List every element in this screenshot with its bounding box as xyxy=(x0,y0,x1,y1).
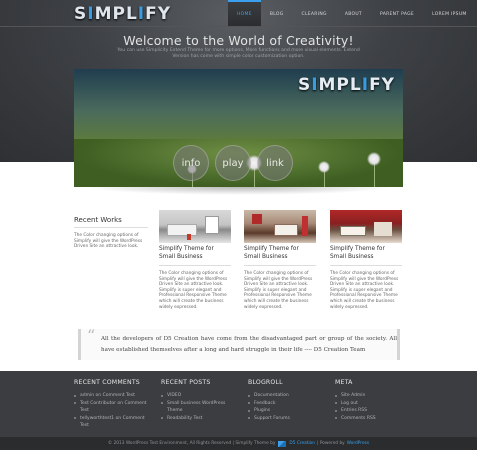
slider-link-button[interactable]: link xyxy=(257,145,293,181)
window-shape xyxy=(205,216,219,234)
nav-item-clearing[interactable]: CLEARING xyxy=(293,0,336,26)
testimonial-quote: “ All the developers of D5 Creation have… xyxy=(78,326,400,360)
slider-play-button[interactable]: play xyxy=(215,145,251,181)
footer-column-blogroll: BLOGROLL Documentation Feedback Plugins … xyxy=(248,379,328,422)
work-card[interactable]: Simplify Theme for Small Business The Co… xyxy=(244,210,316,310)
nav-item-blog[interactable]: BLOG xyxy=(261,0,293,26)
footer-column-recent-posts: RECENT POSTS VIDEO Small business WordPr… xyxy=(161,379,241,422)
footer-column-title: META xyxy=(335,379,353,386)
art-shape xyxy=(252,214,262,224)
nav-item-lorem-ipsum[interactable]: LOREM IPSUM xyxy=(423,0,476,26)
work-card-image[interactable] xyxy=(159,210,231,243)
powered-text: | Powered by xyxy=(317,441,345,446)
wordpress-link[interactable]: WordPress xyxy=(347,441,369,446)
copyright-text: © 2013 WordPress Test Environment, All R… xyxy=(107,441,276,446)
nav-item-parent-page[interactable]: PARENT PAGE xyxy=(371,0,423,26)
work-card-title[interactable]: Simplify Theme for Small Business xyxy=(159,246,231,266)
work-card-text: The Color changing options of Simplify w… xyxy=(330,271,399,310)
work-card-text: The Color changing options of Simplify w… xyxy=(159,271,228,310)
credit-link[interactable]: D5 Creation xyxy=(289,441,315,446)
slider-logo: SIMPLIFY xyxy=(297,75,395,95)
nav-item-home[interactable]: HOME xyxy=(228,0,261,26)
footer-link[interactable]: VIDEO xyxy=(161,392,241,400)
footer-link[interactable]: admin on Comment Test xyxy=(74,392,154,400)
nav-divider xyxy=(0,26,477,27)
recent-works: Recent Works The Color changing options … xyxy=(74,216,148,250)
footer-link[interactable]: Comments RSS xyxy=(335,415,405,423)
recent-works-title: Recent Works xyxy=(74,216,148,228)
footer-column-title: RECENT COMMENTS xyxy=(74,379,140,386)
site-logo[interactable]: SIMPLIFY xyxy=(74,4,171,24)
work-card-text: The Color changing options of Simplify w… xyxy=(244,271,313,310)
sofa-shape xyxy=(274,224,298,236)
work-card[interactable]: Simplify Theme for Small Business The Co… xyxy=(330,210,402,310)
footer-column-meta: META Site Admin Log out Entries RSS Comm… xyxy=(335,379,405,422)
work-card-title[interactable]: Simplify Theme for Small Business xyxy=(330,246,402,266)
copyright-bar: © 2013 WordPress Test Environment, All R… xyxy=(0,437,477,450)
dandelion xyxy=(318,161,330,173)
recent-works-text: The Color changing options of Simplify w… xyxy=(74,233,143,249)
work-card-image[interactable] xyxy=(244,210,316,243)
footer-column-title: RECENT POSTS xyxy=(161,379,211,386)
footer-link[interactable]: Readability Test xyxy=(161,415,241,423)
chair-shape xyxy=(187,234,191,240)
footer-link[interactable]: Log out xyxy=(335,400,405,408)
quote-mark-icon: “ xyxy=(87,326,96,345)
lamp-shape xyxy=(302,216,308,236)
footer-link[interactable]: Feedback xyxy=(248,400,328,408)
footer-column-title: BLOGROLL xyxy=(248,379,283,386)
sofa-shape xyxy=(167,224,197,236)
hero-title: Welcome to the World of Creativity! xyxy=(123,33,354,48)
d5-logo-icon xyxy=(278,440,287,447)
footer-link[interactable]: Documentation xyxy=(248,392,328,400)
work-card-title[interactable]: Simplify Theme for Small Business xyxy=(244,246,316,266)
footer-link[interactable]: Small business WordPress Theme xyxy=(161,400,241,415)
main-nav: HOME BLOG CLEARING ABOUT PARENT PAGE LOR… xyxy=(228,0,476,26)
footer-link[interactable]: tellyworthtest1 on Comment Test xyxy=(74,415,154,430)
quote-text: All the developers of D5 Creation have c… xyxy=(101,336,397,353)
footer-link[interactable]: Support Forums xyxy=(248,415,328,423)
footer-link[interactable]: Site Admin xyxy=(335,392,405,400)
slider-shadow xyxy=(84,187,393,195)
sofa-shape xyxy=(340,226,366,236)
dandelion xyxy=(367,152,381,166)
footer-link[interactable]: Plugins xyxy=(248,407,328,415)
footer-link[interactable]: Test Contributor on Comment Test xyxy=(74,400,154,415)
footer-column-recent-comments: RECENT COMMENTS admin on Comment Test Te… xyxy=(74,379,154,430)
work-card[interactable]: Simplify Theme for Small Business The Co… xyxy=(159,210,231,310)
nav-item-about[interactable]: ABOUT xyxy=(336,0,371,26)
table-shape xyxy=(374,222,392,236)
hero-intro: You can use Simplicity Extend Theme for … xyxy=(117,48,360,59)
logo-text: SIMPLIFY xyxy=(74,4,172,24)
slider-info-button[interactable]: info xyxy=(173,145,209,181)
work-card-image[interactable] xyxy=(330,210,402,243)
footer-link[interactable]: Entries RSS xyxy=(335,407,405,415)
